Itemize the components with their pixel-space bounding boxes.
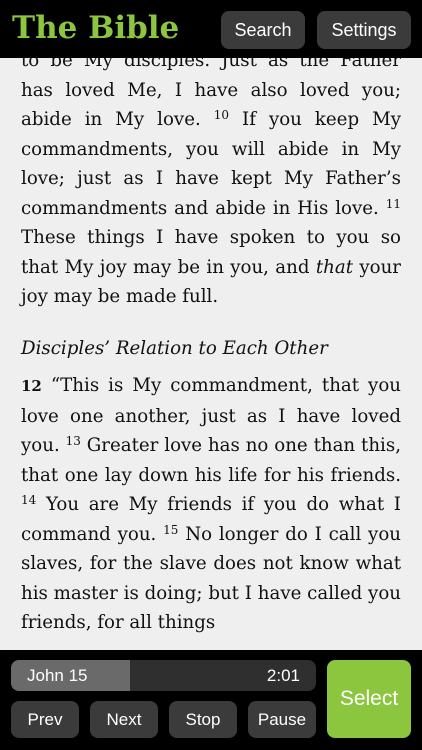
section-heading: Disciples’ Relation to Each Other: [21, 337, 328, 359]
search-button[interactable]: Search: [221, 11, 305, 49]
verse-number: 13: [65, 434, 81, 448]
next-button[interactable]: Next: [90, 701, 158, 738]
audio-player-bar: John 15 2:01 Prev Next Stop Pause Select: [0, 650, 422, 750]
verse-text-italic: that: [315, 256, 354, 278]
verse-number: 14: [21, 493, 37, 507]
pause-button[interactable]: Pause: [248, 701, 316, 738]
scripture-text-view[interactable]: to be My disciples. Just as the Father h…: [0, 58, 422, 650]
verse-number-bold: 12: [21, 377, 42, 395]
prev-button[interactable]: Prev: [11, 701, 79, 738]
elapsed-time: 2:01: [266, 666, 300, 685]
paragraph: 12 “This is My commandment, that you lov…: [21, 371, 401, 638]
settings-button[interactable]: Settings: [317, 11, 411, 49]
stop-button[interactable]: Stop: [169, 701, 237, 738]
verse-number: 10: [213, 108, 230, 122]
app-title: The Bible: [12, 10, 180, 46]
select-button[interactable]: Select: [327, 660, 411, 738]
verse-text: to be My disciples.: [21, 58, 222, 71]
verse-number: 11: [385, 196, 401, 211]
top-bar: The Bible Search Settings: [0, 0, 422, 58]
scripture-passage: to be My disciples. Just as the Father h…: [21, 58, 401, 638]
playback-progress-bar[interactable]: John 15 2:01: [11, 660, 316, 691]
paragraph: to be My disciples. Just as the Father h…: [21, 58, 401, 312]
chapter-label: John 15: [27, 666, 88, 685]
verse-number: 15: [163, 522, 179, 537]
